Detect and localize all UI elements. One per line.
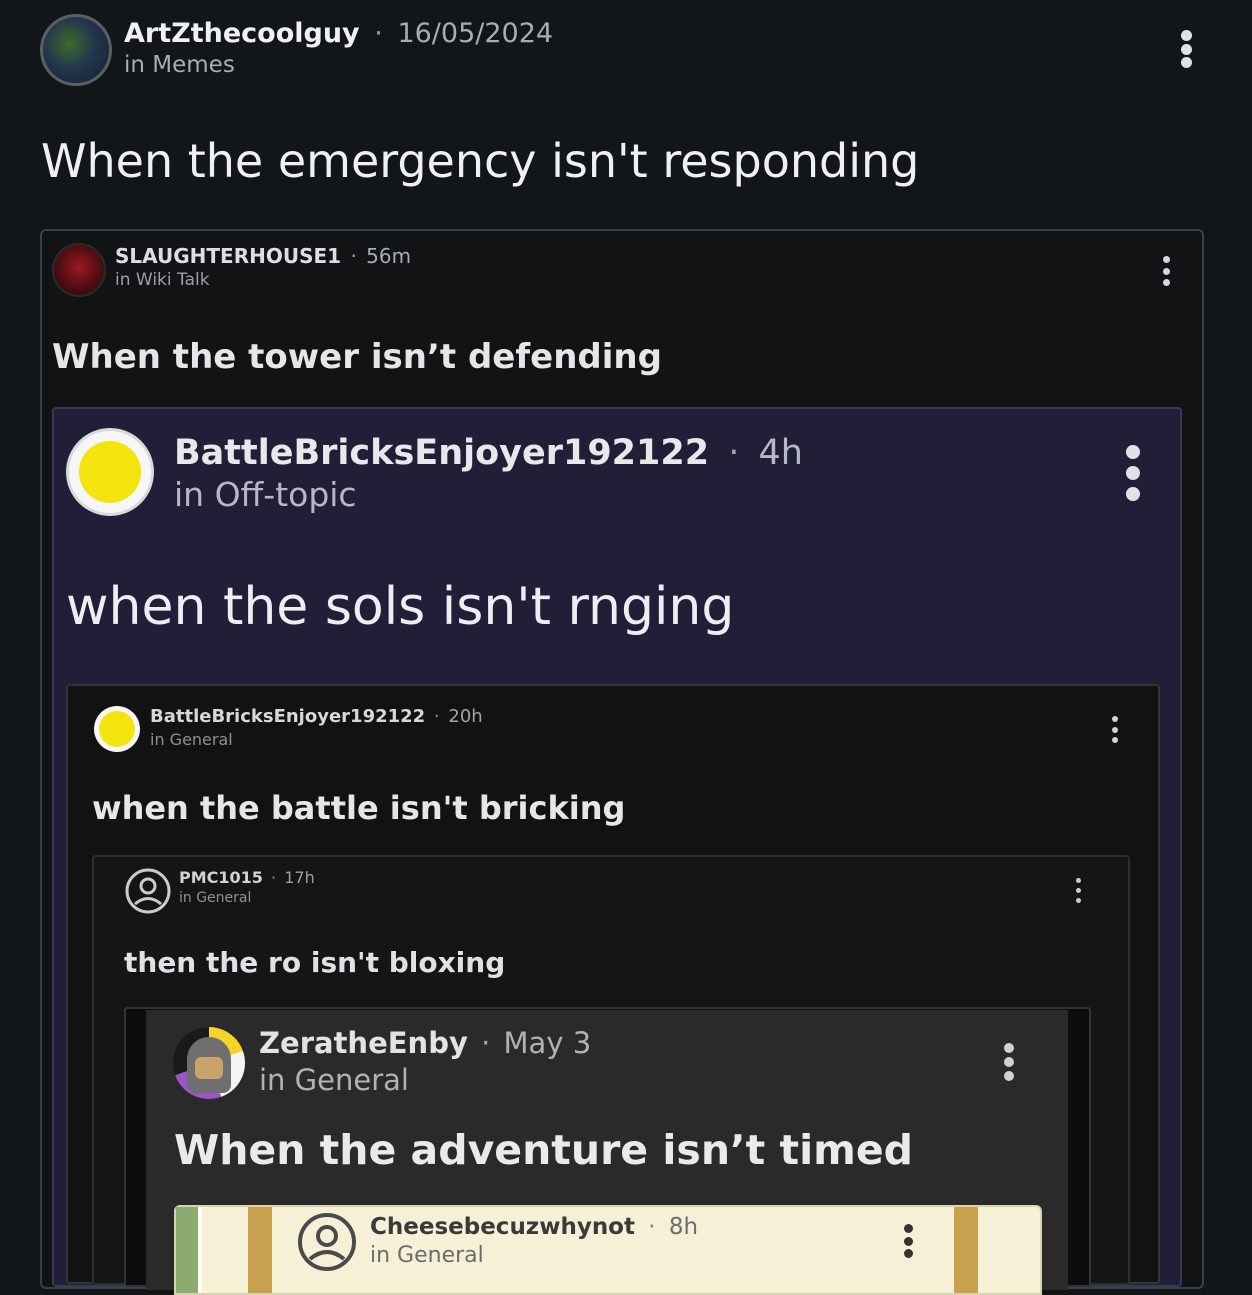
- embed4-community[interactable]: in General: [179, 890, 251, 906]
- embed5-time: May 3: [503, 1026, 592, 1060]
- embed3-avatar[interactable]: [94, 706, 140, 752]
- embed3-community[interactable]: in General: [150, 730, 233, 749]
- embed2-author[interactable]: BattleBricksEnjoyer192122: [174, 433, 709, 473]
- embed6-time: 8h: [668, 1214, 699, 1240]
- embed3-menu-icon[interactable]: [1111, 716, 1119, 743]
- meta-separator: ·: [350, 244, 357, 268]
- post-community[interactable]: in Memes: [124, 52, 235, 78]
- author-avatar[interactable]: [40, 14, 112, 86]
- embed2-time: 4h: [758, 433, 803, 473]
- embed1-menu-icon[interactable]: [1161, 256, 1171, 286]
- post-date: 16/05/2024: [397, 18, 554, 49]
- embed5-community[interactable]: in General: [259, 1063, 409, 1097]
- embed3-author[interactable]: BattleBricksEnjoyer192122: [150, 706, 425, 727]
- embed4-time: 17h: [284, 868, 315, 887]
- embed1-avatar[interactable]: [52, 243, 106, 297]
- meta-separator: ·: [648, 1214, 656, 1240]
- embed3-text: when the battle isn't bricking: [92, 789, 626, 827]
- embed4-menu-icon[interactable]: [1074, 878, 1082, 903]
- embed6-author[interactable]: Cheesebecuzwhynot: [370, 1214, 635, 1240]
- embed2-menu-icon[interactable]: [1124, 445, 1142, 501]
- embed1-time: 56m: [366, 244, 412, 268]
- meta-separator: ·: [374, 18, 383, 49]
- meta-separator: ·: [433, 706, 440, 727]
- embed1-text: When the tower isn’t defending: [52, 337, 662, 377]
- embed4-text: then the ro isn't bloxing: [124, 946, 506, 979]
- user-placeholder-icon[interactable]: [296, 1211, 358, 1273]
- embed4-author[interactable]: PMC1015: [179, 868, 263, 887]
- embed1-community[interactable]: in Wiki Talk: [115, 270, 210, 290]
- embed5-text: When the adventure isn’t timed: [174, 1126, 914, 1174]
- embed5-avatar[interactable]: [173, 1027, 245, 1099]
- embed5-author[interactable]: ZeratheEnby: [259, 1026, 468, 1060]
- meta-separator: ·: [481, 1026, 491, 1060]
- meta-separator: ·: [271, 868, 277, 887]
- embed1-author[interactable]: SLAUGHTERHOUSE1: [115, 244, 341, 268]
- embed3-time: 20h: [448, 706, 483, 727]
- embed2-text: when the sols isn't rnging: [66, 577, 735, 637]
- embed2-avatar[interactable]: [66, 428, 154, 516]
- user-placeholder-icon[interactable]: [124, 867, 172, 915]
- post-author[interactable]: ArtZthecoolguy: [124, 18, 360, 49]
- post-title: When the emergency isn't responding: [41, 134, 920, 188]
- post-menu-icon[interactable]: [1179, 30, 1193, 68]
- embed5-menu-icon[interactable]: [1003, 1043, 1015, 1081]
- embed6-menu-icon[interactable]: [903, 1224, 913, 1258]
- embed2-community[interactable]: in Off-topic: [174, 475, 357, 514]
- meta-separator: ·: [728, 433, 740, 473]
- embed6-community[interactable]: in General: [370, 1243, 484, 1268]
